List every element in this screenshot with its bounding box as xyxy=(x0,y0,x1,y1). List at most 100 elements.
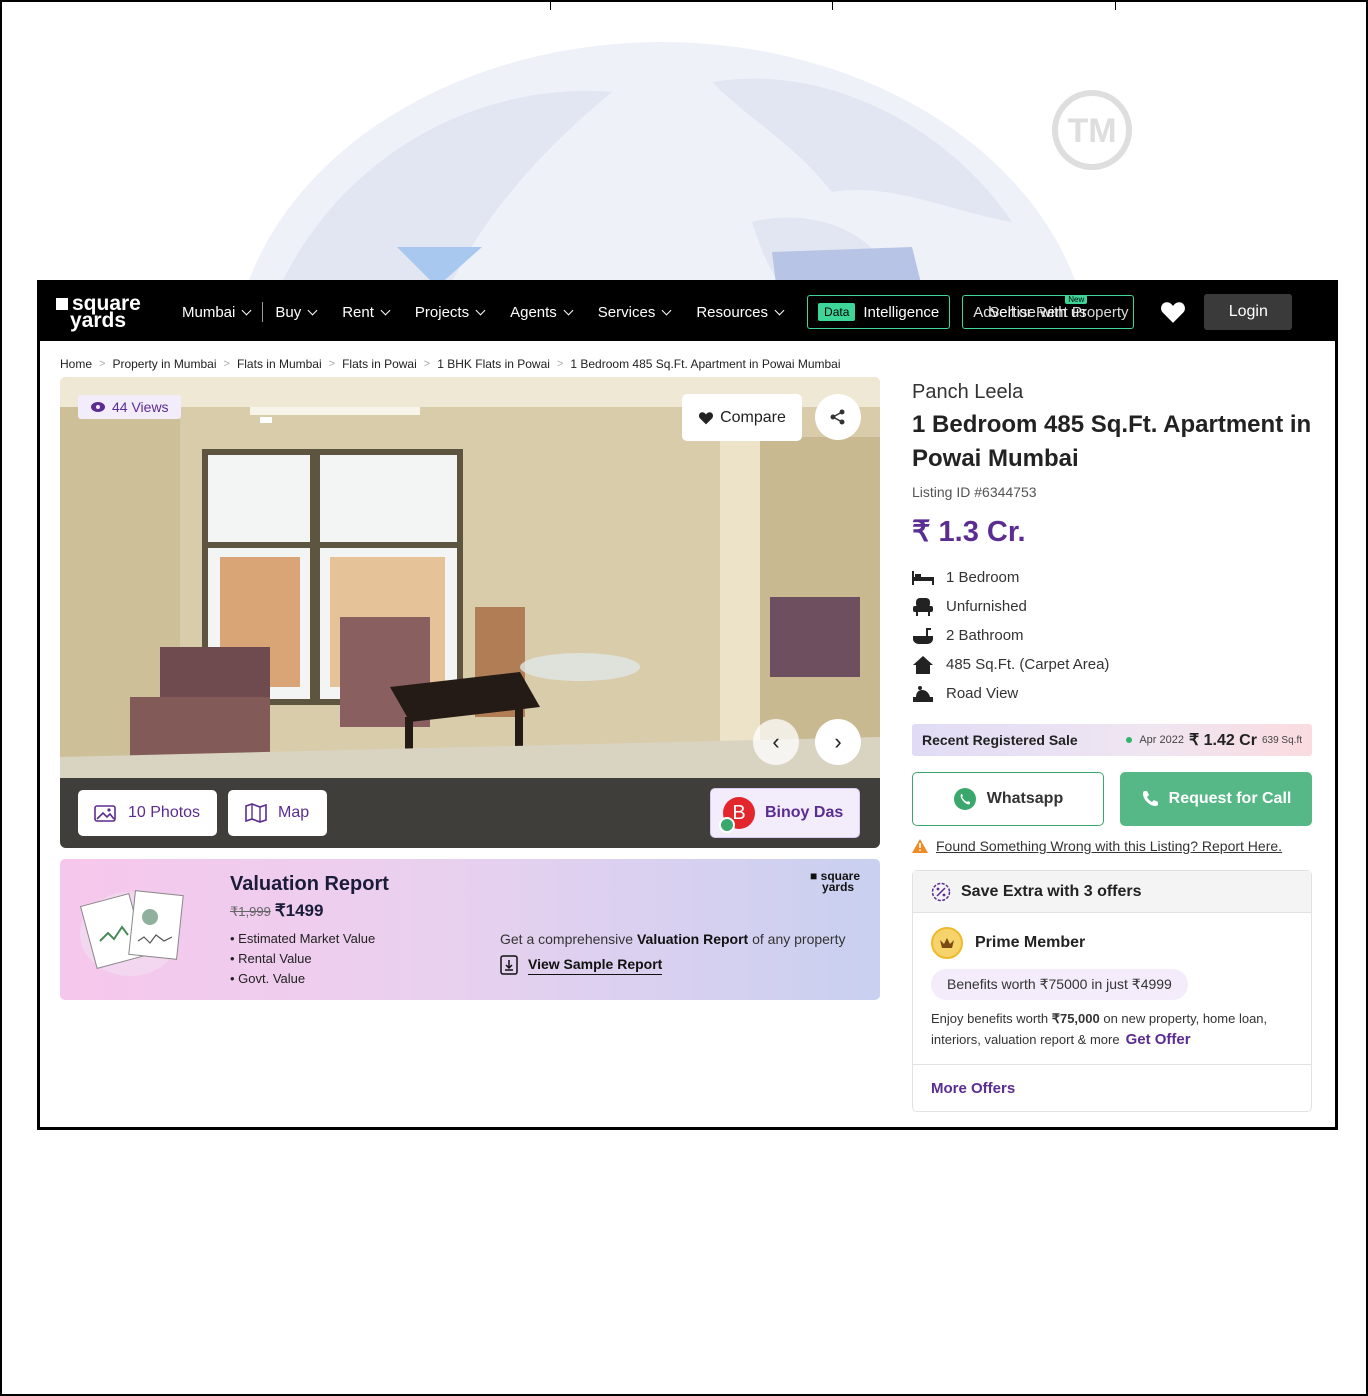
compare-button[interactable]: Compare xyxy=(682,394,802,441)
contact-actions: Whatsapp Request for Call xyxy=(912,772,1312,826)
get-offer-link[interactable]: Get Offer xyxy=(1126,1031,1191,1048)
sell-rent-label: Sell or Rent Property xyxy=(989,304,1129,321)
report-illustration xyxy=(80,890,184,976)
top-dividers xyxy=(2,2,1366,10)
list-item: Road View xyxy=(912,679,1312,708)
eye-icon xyxy=(91,402,105,412)
list-item: 1 Bedroom xyxy=(912,563,1312,592)
status-dot xyxy=(1126,737,1133,743)
map-button[interactable]: Map xyxy=(228,790,327,836)
city-selector[interactable]: Mumbai xyxy=(182,304,252,321)
nav-buy[interactable]: Buy xyxy=(275,304,318,321)
nav-agents[interactable]: Agents xyxy=(510,304,574,321)
share-icon xyxy=(830,409,845,425)
page-title: 1 Bedroom 485 Sq.Ft. Apartment in Powai … xyxy=(912,411,1312,472)
recent-registered-sale[interactable]: Recent Registered Sale Apr 2022 ₹ 1.42 C… xyxy=(912,724,1312,756)
login-button[interactable]: Login xyxy=(1204,294,1293,330)
whatsapp-icon xyxy=(953,788,976,810)
warning-icon xyxy=(912,839,928,853)
valuation-old-price: ₹1,999 xyxy=(230,904,271,919)
gallery-bottom-bar: 10 Photos Map B Binoy Das xyxy=(60,778,880,848)
crown-icon xyxy=(931,927,963,959)
breadcrumb-1bhk-powai[interactable]: 1 BHK Flats in Powai xyxy=(437,357,550,371)
list-item: 2 Bathroom xyxy=(912,621,1312,650)
view-icon xyxy=(912,685,934,703)
list-item: Estimated Market Value xyxy=(230,929,375,949)
breadcrumb-property-mumbai[interactable]: Property in Mumbai xyxy=(112,357,216,371)
offers-panel: Save Extra with 3 offers Prime Member Be… xyxy=(912,870,1312,1112)
listing-id: Listing ID #6344753 xyxy=(912,484,1037,500)
list-item: Govt. Value xyxy=(230,969,375,989)
chevron-down-icon xyxy=(774,305,785,315)
listing-price: ₹ 1.3 Cr. xyxy=(912,516,1026,548)
download-icon xyxy=(500,955,518,975)
prev-photo-button[interactable]: ‹ xyxy=(753,719,799,765)
nav-resources[interactable]: Resources xyxy=(696,304,785,321)
square-yards-logo[interactable]: square yards xyxy=(56,293,166,331)
heart-icon xyxy=(699,411,714,424)
discount-icon xyxy=(931,882,951,901)
view-sample-report-link[interactable]: View Sample Report xyxy=(500,955,663,975)
avatar: B xyxy=(719,797,755,833)
chevron-down-icon xyxy=(661,305,672,315)
chevron-down-icon xyxy=(475,305,486,315)
feature-list: 1 Bedroom Unfurnished 2 Bathroom 485 Sq.… xyxy=(912,563,1312,708)
offers-header[interactable]: Save Extra with 3 offers xyxy=(913,871,1311,913)
bed-icon xyxy=(912,569,934,587)
list-item: Unfurnished xyxy=(912,592,1312,621)
sofa-icon xyxy=(912,597,934,616)
map-icon xyxy=(245,803,267,823)
valuation-report-banner[interactable]: Valuation Report ₹1,999₹1499 Estimated M… xyxy=(60,859,880,1000)
whatsapp-button[interactable]: Whatsapp xyxy=(912,772,1104,826)
chevron-down-icon xyxy=(241,305,252,315)
chevron-down-icon xyxy=(307,305,318,315)
valuation-price: ₹1,999 ₹1499 xyxy=(230,901,324,920)
photo-gallery[interactable]: 44 Views Compare ‹ › 10 Photos Map B Bin… xyxy=(60,377,880,848)
svg-text:TM: TM xyxy=(1067,112,1116,150)
valuation-points: Estimated Market Value Rental Value Govt… xyxy=(230,929,375,989)
chevron-left-icon: ‹ xyxy=(772,729,780,754)
report-listing-link[interactable]: Found Something Wrong with this Listing?… xyxy=(912,838,1312,854)
share-button[interactable] xyxy=(815,394,861,440)
views-badge: 44 Views xyxy=(78,395,181,419)
valuation-description: Get a comprehensive Valuation Report of … xyxy=(500,931,846,947)
screenshot-page: TM square yards Mumbai Buy Rent Projects… xyxy=(0,0,1368,1396)
agent-contact-button[interactable]: B Binoy Das xyxy=(710,788,860,838)
chevron-right-icon: › xyxy=(834,729,842,754)
next-photo-button[interactable]: › xyxy=(815,719,861,765)
listing-details: Panch Leela 1 Bedroom 485 Sq.Ft. Apartme… xyxy=(912,377,1312,1112)
prime-description: Enjoy benefits worth ₹75,000 on new prop… xyxy=(931,1011,1268,1048)
data-intelligence-button[interactable]: Data Intelligence xyxy=(807,295,951,329)
chevron-down-icon xyxy=(380,305,391,315)
phone-icon xyxy=(719,817,735,833)
bathtub-icon xyxy=(912,627,934,645)
breadcrumb-flats-mumbai[interactable]: Flats in Mumbai xyxy=(237,357,322,371)
breadcrumb-current: 1 Bedroom 485 Sq.Ft. Apartment in Powai … xyxy=(570,357,841,371)
list-item: Rental Value xyxy=(230,949,375,969)
phone-icon xyxy=(1142,791,1158,806)
chevron-down-icon xyxy=(563,305,574,315)
benefits-pill: Benefits worth ₹75000 in just ₹4999 xyxy=(931,969,1188,1000)
nav-services[interactable]: Services xyxy=(598,304,672,321)
more-offers-link[interactable]: More Offers xyxy=(913,1065,1311,1111)
photos-button[interactable]: 10 Photos xyxy=(78,790,217,836)
sell-rent-property-button[interactable]: Advertise with us Sell or Rent Property … xyxy=(962,295,1135,329)
top-navbar: square yards Mumbai Buy Rent Projects Ag… xyxy=(40,283,1335,341)
agent-name: Binoy Das xyxy=(765,804,844,821)
home-icon xyxy=(912,655,934,674)
request-call-button[interactable]: Request for Call xyxy=(1120,772,1312,826)
new-badge: New xyxy=(1065,296,1088,304)
square-yards-logo-small: ■ square yards xyxy=(810,869,860,894)
wishlist-heart-icon[interactable] xyxy=(1160,300,1186,324)
breadcrumb: Home > Property in Mumbai > Flats in Mum… xyxy=(60,357,841,371)
nav-rent[interactable]: Rent xyxy=(342,304,391,321)
breadcrumb-home[interactable]: Home xyxy=(60,357,92,371)
list-item: 485 Sq.Ft. (Carpet Area) xyxy=(912,650,1312,679)
project-name[interactable]: Panch Leela xyxy=(912,381,1312,404)
data-tag: Data xyxy=(818,303,856,321)
screenshot-frame: square yards Mumbai Buy Rent Projects Ag… xyxy=(37,280,1338,1130)
valuation-title: Valuation Report xyxy=(230,873,389,895)
prime-member-offer: Prime Member Benefits worth ₹75000 in ju… xyxy=(913,913,1311,1065)
breadcrumb-flats-powai[interactable]: Flats in Powai xyxy=(342,357,417,371)
nav-projects[interactable]: Projects xyxy=(415,304,486,321)
